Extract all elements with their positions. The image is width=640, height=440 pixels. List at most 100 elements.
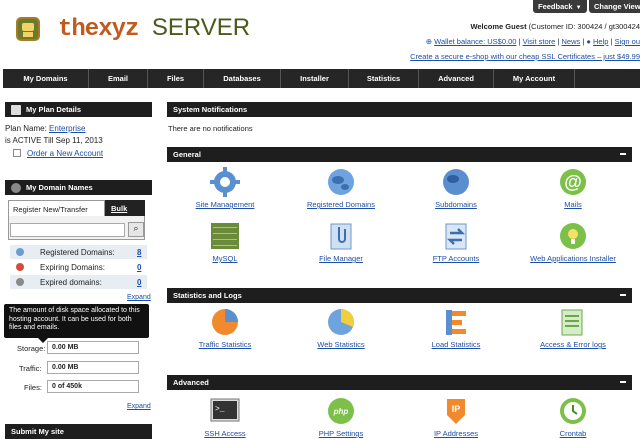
plan-name-link[interactable]: Enterprise [49, 124, 85, 133]
promo-banner: Create a secure e-shop with our cheap SS… [410, 52, 640, 61]
nav-my-domains[interactable]: My Domains [3, 69, 89, 88]
feedback-button[interactable]: Feedback ▼ [533, 0, 587, 13]
svg-text:IP: IP [452, 404, 461, 414]
tile-crontab[interactable]: Crontab [523, 396, 623, 438]
usage-expand-link[interactable]: Expand [127, 403, 151, 410]
order-account-link[interactable]: Order a New Account [27, 149, 103, 158]
nav-statistics[interactable]: Statistics [349, 69, 419, 88]
wallet-link[interactable]: Wallet balance: US$0.00 [434, 37, 516, 46]
tile-label: Subdomains [435, 200, 477, 209]
tile-site-management[interactable]: Site Management [175, 167, 275, 209]
plan-status: is ACTIVE Till Sep 11, 2013 [5, 136, 103, 145]
warning-globe-icon [16, 263, 24, 271]
tile-label: Traffic Statistics [198, 340, 252, 349]
expiring-count[interactable]: 0 [137, 263, 141, 272]
globe-icon [441, 167, 471, 197]
registered-count[interactable]: 8 [137, 248, 141, 257]
plan-name-line: Plan Name: Enterprise [5, 124, 152, 133]
domain-row-expiring: Expiring Domains: 0 [10, 260, 147, 274]
tile-label: SSH Access [204, 429, 246, 438]
lightbulb-icon [558, 221, 588, 251]
tile-label: Mails [564, 200, 582, 209]
domain-search-input[interactable] [10, 223, 125, 237]
document-icon [11, 104, 21, 115]
advanced-header: Advanced [167, 375, 632, 390]
feedback-label: Feedback [538, 2, 573, 11]
tile-ftp-accounts[interactable]: FTP Accounts [406, 221, 506, 263]
tab-register[interactable]: Register New/Transfer [8, 200, 105, 216]
expired-globe-icon [16, 278, 24, 286]
collapse-icon[interactable] [620, 294, 626, 296]
expiring-label: Expiring Domains: [40, 263, 105, 272]
tile-registered-domains[interactable]: Registered Domains [291, 167, 391, 209]
tile-label: PHP Settings [318, 429, 364, 438]
globe-icon [326, 167, 356, 197]
tile-php-settings[interactable]: php PHP Settings [291, 396, 391, 438]
paperclip-document-icon [326, 221, 356, 251]
welcome-guest: Welcome Guest [470, 22, 527, 31]
expired-count[interactable]: 0 [137, 278, 141, 287]
submit-title: Submit My site [11, 427, 64, 436]
nav-databases[interactable]: Databases [204, 69, 281, 88]
chevron-down-icon: ▼ [575, 5, 582, 11]
help-link[interactable]: Help [593, 37, 608, 46]
nav-installer[interactable]: Installer [281, 69, 349, 88]
tile-ssh-access[interactable]: >_ SSH Access [175, 396, 275, 438]
visit-store-link[interactable]: Visit store [523, 37, 556, 46]
registered-label: Registered Domains: [40, 248, 115, 257]
help-icon: ● [586, 37, 591, 46]
order-account-row: Order a New Account [13, 149, 160, 158]
tile-label: Registered Domains [307, 200, 375, 209]
tile-file-manager[interactable]: File Manager [291, 221, 391, 263]
domains-expand-link[interactable]: Expand [127, 294, 151, 301]
tab-bulk[interactable]: Bulk [105, 200, 145, 216]
tile-mysql[interactable]: MySQL [175, 221, 275, 263]
nav-my-account[interactable]: My Account [494, 69, 575, 88]
news-link[interactable]: News [561, 37, 580, 46]
change-view-button[interactable]: Change View▼ [589, 0, 640, 13]
tile-label: Web Applications Installer [530, 254, 616, 263]
change-view-label: Change View [594, 2, 640, 11]
brand-logo[interactable]: thexyz SERVER [58, 14, 250, 43]
tile-access-error-logs[interactable]: Access & Error logs [523, 307, 623, 349]
tile-web-statistics[interactable]: Web Statistics [291, 307, 391, 349]
sign-out-link[interactable]: Sign ou [615, 37, 640, 46]
brand-name-part2: SERVER [151, 14, 251, 41]
domains-panel-header: My Domain Names [5, 180, 152, 195]
tile-label: Web Statistics [317, 340, 365, 349]
search-button[interactable]: ⌕ [128, 222, 144, 237]
log-document-icon [558, 307, 588, 337]
search-icon: ⌕ [133, 223, 139, 233]
tile-ip-addresses[interactable]: IP IP Addresses [406, 396, 506, 438]
svg-text:php: php [333, 407, 349, 416]
tile-traffic-statistics[interactable]: Traffic Statistics [175, 307, 275, 349]
ip-badge-icon: IP [441, 396, 471, 426]
expired-label: Expired domains: [40, 278, 102, 287]
collapse-icon[interactable] [620, 381, 626, 383]
stats-title: Statistics and Logs [173, 291, 242, 300]
nav-files[interactable]: Files [148, 69, 204, 88]
tile-label: File Manager [319, 254, 363, 263]
header-links: ⊕ Wallet balance: US$0.00 | Visit store … [425, 37, 640, 46]
customer-id: (Customer ID: 300424 / gt300424 [528, 22, 640, 31]
nav-email[interactable]: Email [89, 69, 148, 88]
storage-value: 0.00 MB [47, 341, 139, 354]
files-label: Files: [24, 383, 42, 392]
tile-label: Load Statistics [431, 340, 481, 349]
collapse-icon[interactable] [620, 153, 626, 155]
at-sign-icon: @ [558, 167, 588, 197]
tile-load-statistics[interactable]: Load Statistics [406, 307, 506, 349]
pie-chart-icon [326, 307, 356, 337]
promo-link[interactable]: Create a secure e-shop with our cheap SS… [410, 52, 640, 61]
tile-mails[interactable]: @ Mails [523, 167, 623, 209]
tile-subdomains[interactable]: Subdomains [406, 167, 506, 209]
domain-row-registered: Registered Domains: 8 [10, 245, 147, 259]
domains-title: My Domain Names [26, 183, 93, 192]
submit-panel-header: Submit My site [5, 424, 152, 439]
terminal-icon: >_ [210, 396, 240, 426]
bar-chart-icon [441, 307, 471, 337]
tile-web-apps-installer[interactable]: Web Applications Installer [523, 221, 623, 263]
globe-icon [16, 248, 24, 256]
cart-icon [13, 149, 21, 157]
nav-advanced[interactable]: Advanced [419, 69, 494, 88]
